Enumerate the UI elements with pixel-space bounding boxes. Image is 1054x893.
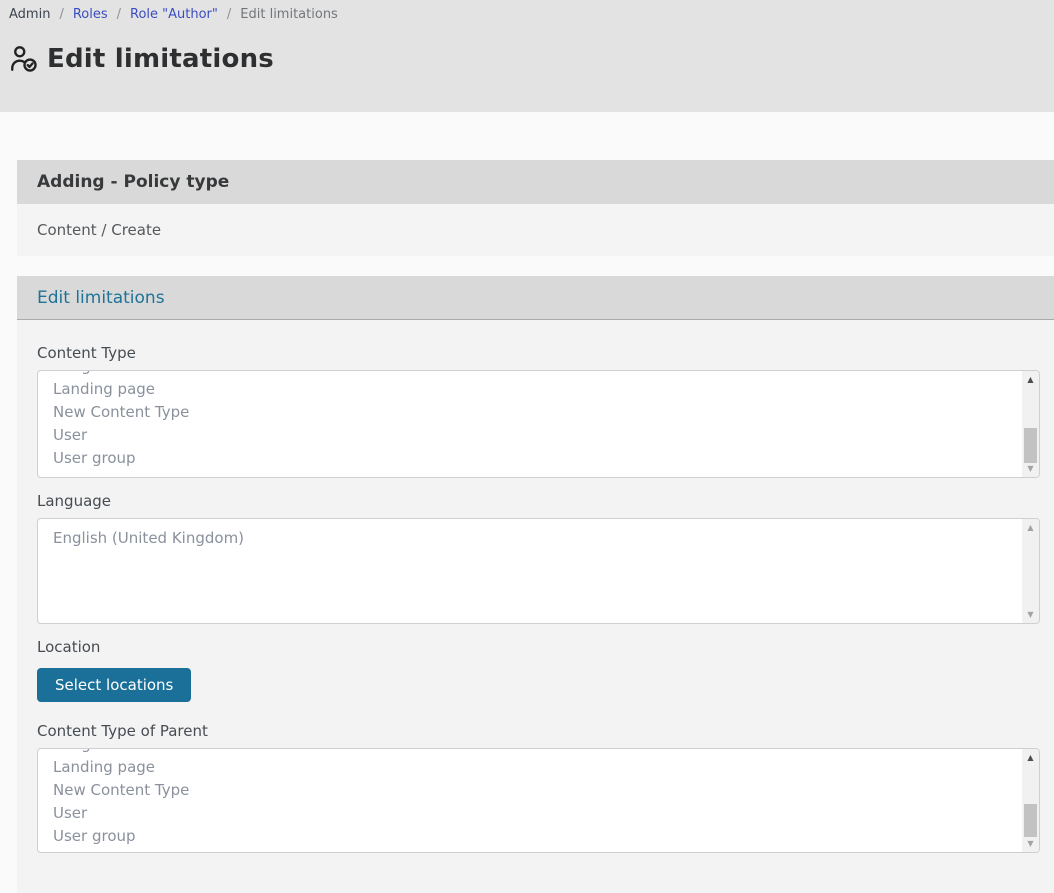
- breadcrumb-link-roles[interactable]: Roles: [73, 7, 108, 22]
- language-label: Language: [37, 492, 1040, 510]
- policy-type-card-header: Adding - Policy type: [17, 160, 1054, 204]
- scroll-up-icon[interactable]: ▲: [1022, 519, 1039, 536]
- scroll-up-icon[interactable]: ▲: [1022, 749, 1039, 766]
- content-type-of-parent-label: Content Type of Parent: [37, 722, 1040, 740]
- option[interactable]: New Content Type: [53, 401, 1009, 424]
- content-type-options: Image Landing page New Content Type User…: [38, 370, 1039, 470]
- scroll-down-icon[interactable]: ▼: [1022, 606, 1039, 623]
- content-type-of-parent-options: Image Landing page New Content Type User…: [38, 748, 1039, 848]
- field-location: Location Select locations: [37, 638, 1040, 702]
- breadcrumb-separator: /: [227, 7, 231, 22]
- select-locations-button[interactable]: Select locations: [37, 668, 191, 702]
- vertical-scrollbar[interactable]: ▲ ▼: [1022, 371, 1039, 477]
- location-label: Location: [37, 638, 1040, 656]
- breadcrumb-separator: /: [59, 7, 63, 22]
- scroll-down-icon[interactable]: ▼: [1022, 835, 1039, 852]
- main-content: Adding - Policy type Content / Create Ed…: [0, 112, 1054, 893]
- edit-limitations-card-header: Edit limitations: [17, 276, 1054, 320]
- option[interactable]: User: [53, 802, 1009, 825]
- content-type-listbox[interactable]: Image Landing page New Content Type User…: [37, 370, 1040, 478]
- option[interactable]: User: [53, 424, 1009, 447]
- content-type-label: Content Type: [37, 344, 1040, 362]
- breadcrumb-current: Edit limitations: [240, 7, 338, 22]
- policy-type-card-title: Adding - Policy type: [37, 172, 229, 192]
- option[interactable]: User group: [53, 447, 1009, 470]
- scroll-up-icon[interactable]: ▲: [1022, 371, 1039, 388]
- option-partial[interactable]: Image: [53, 748, 1009, 756]
- vertical-scrollbar[interactable]: ▲ ▼: [1022, 519, 1039, 623]
- option[interactable]: User group: [53, 825, 1009, 848]
- breadcrumb: Admin / Roles / Role "Author" / Edit lim…: [8, 6, 1054, 22]
- breadcrumb-link-role-author[interactable]: Role "Author": [130, 7, 218, 22]
- option-partial[interactable]: Image: [53, 370, 1009, 378]
- role-check-icon: [9, 43, 39, 75]
- scroll-down-icon[interactable]: ▼: [1022, 460, 1039, 477]
- content-type-of-parent-listbox[interactable]: Image Landing page New Content Type User…: [37, 748, 1040, 853]
- field-content-type-of-parent: Content Type of Parent Image Landing pag…: [37, 722, 1040, 853]
- title-row: Edit limitations: [8, 43, 1054, 75]
- breadcrumb-admin: Admin: [9, 7, 50, 22]
- language-listbox[interactable]: English (United Kingdom) ▲ ▼: [37, 518, 1040, 624]
- option[interactable]: Landing page: [53, 756, 1009, 779]
- option[interactable]: English (United Kingdom): [53, 527, 1009, 550]
- vertical-scrollbar[interactable]: ▲ ▼: [1022, 749, 1039, 852]
- language-options: English (United Kingdom): [38, 519, 1039, 550]
- page-title: Edit limitations: [47, 44, 274, 74]
- scrollbar-thumb[interactable]: [1024, 428, 1037, 463]
- page-header: Admin / Roles / Role "Author" / Edit lim…: [0, 0, 1054, 112]
- edit-limitations-card-title: Edit limitations: [37, 288, 165, 308]
- policy-type-value: Content / Create: [37, 221, 161, 239]
- option[interactable]: New Content Type: [53, 779, 1009, 802]
- edit-limitations-form: Content Type Image Landing page New Cont…: [17, 320, 1054, 893]
- scrollbar-thumb[interactable]: [1024, 804, 1037, 837]
- edit-limitations-card: Edit limitations Content Type Image Land…: [17, 276, 1054, 893]
- policy-type-card-body: Content / Create: [17, 204, 1054, 256]
- policy-type-card: Adding - Policy type Content / Create: [17, 160, 1054, 256]
- field-content-type: Content Type Image Landing page New Cont…: [37, 344, 1040, 478]
- breadcrumb-separator: /: [117, 7, 121, 22]
- field-language: Language English (United Kingdom) ▲ ▼: [37, 492, 1040, 624]
- option[interactable]: Landing page: [53, 378, 1009, 401]
